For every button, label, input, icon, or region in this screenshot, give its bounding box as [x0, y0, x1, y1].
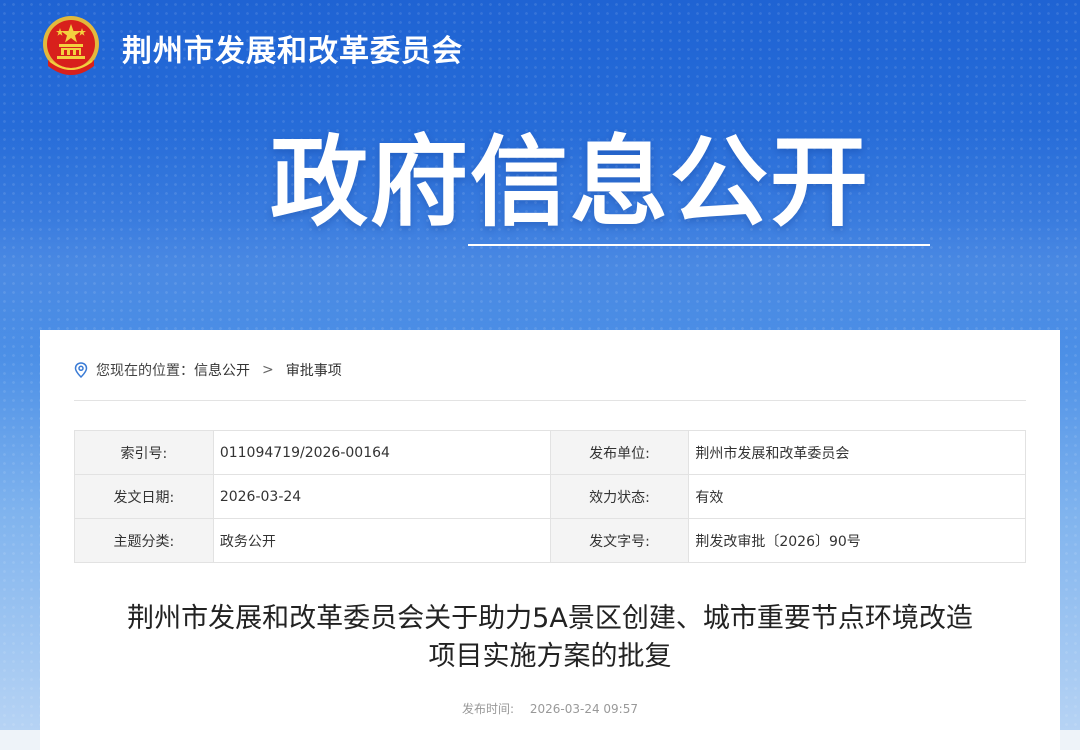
table-row: 索引号: 011094719/2026-00164 发布单位: 荆州市发展和改革…: [74, 430, 1026, 475]
issuing-unit-label: 发布单位:: [549, 430, 690, 475]
table-row: 发文日期: 2026-03-24 效力状态: 有效: [74, 474, 1026, 519]
national-emblem-icon: [43, 16, 99, 75]
index-number-label: 索引号:: [74, 430, 214, 475]
document-title-line-2: 项目实施方案的批复: [428, 641, 672, 672]
table-row: 主题分类: 政务公开 发文字号: 荆发改审批〔2026〕90号: [74, 518, 1026, 563]
document-title-line-1: 荆州市发展和改革委员会关于助力5A景区创建、城市重要节点环境改造: [127, 603, 973, 634]
breadcrumb-prefix: 您现在的位置：: [96, 363, 194, 379]
validity-status-value: 有效: [688, 474, 1026, 519]
document-number-value: 荆发改审批〔2026〕90号: [688, 518, 1026, 563]
breadcrumb: 您现在的位置： 信息公开 > 审批事项: [74, 360, 342, 380]
hero-title: 政府信息公开: [270, 126, 871, 240]
breadcrumb-separator: >: [262, 362, 274, 378]
content-card: 您现在的位置： 信息公开 > 审批事项 索引号: 011094719/2026-…: [40, 330, 1060, 750]
breadcrumb-item-info-disclosure[interactable]: 信息公开: [194, 360, 250, 380]
index-number-value: 011094719/2026-00164: [212, 430, 551, 475]
issue-date-value: 2026-03-24: [212, 474, 551, 519]
publish-time-value: 2026-03-24 09:57: [529, 702, 638, 716]
document-number-label: 发文字号:: [549, 518, 690, 563]
breadcrumb-divider: [74, 400, 1026, 401]
publish-info: 发布时间: 2026-03-24 09:57: [40, 700, 1060, 717]
metadata-table: 索引号: 011094719/2026-00164 发布单位: 荆州市发展和改革…: [74, 430, 1026, 563]
issuing-unit-value: 荆州市发展和改革委员会: [688, 430, 1026, 475]
topic-category-label: 主题分类:: [74, 518, 214, 563]
issue-date-label: 发文日期:: [74, 474, 214, 519]
publish-time-label: 发布时间:: [461, 702, 515, 716]
location-pin-icon: [74, 362, 88, 378]
topic-category-value: 政务公开: [212, 518, 551, 563]
org-name: 荆州市发展和改革委员会: [122, 34, 463, 69]
hero-underline: [468, 244, 930, 246]
document-title: 荆州市发展和改革委员会关于助力5A景区创建、城市重要节点环境改造 项目实施方案的…: [40, 600, 1060, 676]
validity-status-label: 效力状态:: [549, 474, 690, 519]
breadcrumb-item-approval-matters[interactable]: 审批事项: [286, 360, 342, 380]
